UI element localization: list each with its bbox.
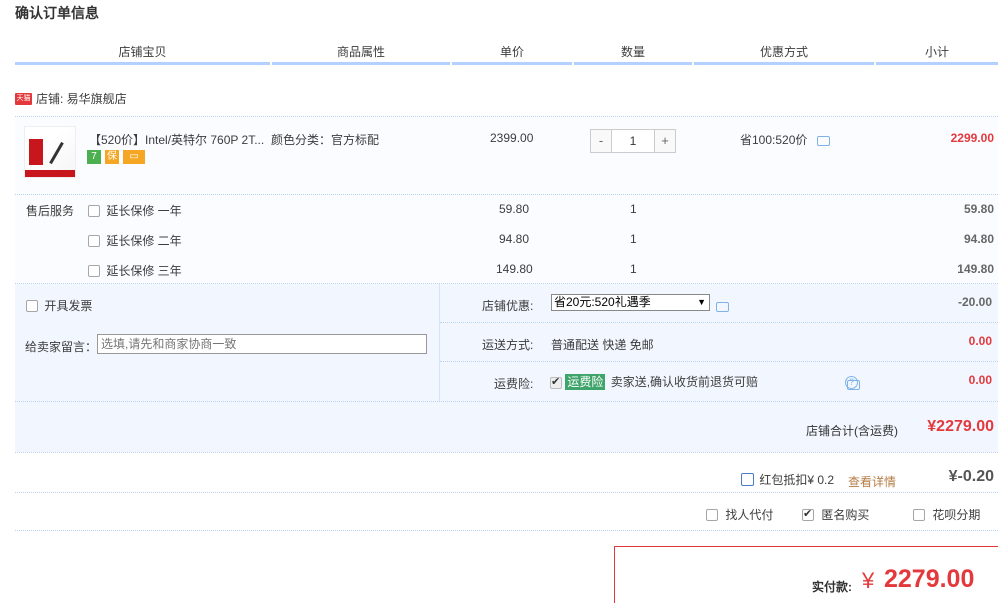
shop-discount-select[interactable]: 省20元:520礼遇季 ▼: [551, 294, 710, 311]
freight-insurance-amount: 0.00: [968, 373, 992, 387]
col-divider: [15, 62, 270, 65]
warranty-2-checkbox[interactable]: [88, 234, 100, 247]
warranty-2-label: 延长保修 二年: [106, 234, 182, 248]
qty-minus-button[interactable]: -: [591, 130, 612, 152]
freight-insurance-desc: 卖家送,确认收货前退货可赔: [610, 375, 759, 389]
divider: [15, 492, 998, 493]
warranty-option-2: 延长保修 二年: [88, 232, 182, 249]
col-header-subtotal: 小计: [924, 45, 949, 59]
col-header-shop-item: 店铺宝贝: [118, 45, 167, 59]
pay-label: 实付款:: [812, 580, 852, 594]
after-sales-label: 售后服务: [26, 204, 75, 218]
huabei-checkbox[interactable]: [913, 508, 925, 521]
warranty-option-3: 延长保修 三年: [88, 262, 182, 279]
divider: [440, 322, 998, 323]
qty-plus-button[interactable]: +: [654, 130, 675, 152]
huabei-option: 花呗分期: [913, 506, 980, 523]
shipping-value: 普通配送 快递 免邮: [551, 338, 654, 352]
warranty-1-checkbox[interactable]: [88, 204, 100, 217]
message-label: 给卖家留言：: [25, 340, 98, 354]
col-divider: [272, 62, 450, 65]
divider: [440, 361, 998, 362]
seller-message-input[interactable]: [97, 334, 427, 354]
divider: [15, 194, 998, 195]
warranty-1-price: 59.80: [499, 202, 530, 216]
anonymous-checkbox[interactable]: [802, 507, 814, 521]
7day-return-icon[interactable]: 7: [87, 150, 101, 164]
huabei-label: 花呗分期: [932, 508, 981, 522]
red-packet-details-link[interactable]: 查看详情: [848, 473, 896, 490]
red-packet-checkbox[interactable]: [741, 473, 754, 486]
warranty-option-1: 延长保修 一年: [88, 202, 182, 219]
page-title: 确认订单信息: [15, 5, 99, 21]
guarantee-icon[interactable]: 保: [105, 150, 119, 164]
shop-discount-label: 店铺优惠:: [482, 299, 534, 313]
credit-card-icon[interactable]: ▭: [123, 150, 145, 164]
col-divider: [452, 62, 572, 65]
item-discount: 省100:520价: [740, 131, 830, 148]
item-attribute: 颜色分类：官方标配: [271, 133, 380, 147]
item-title-link[interactable]: 【520价】Intel/英特尔 760P 2T...: [89, 131, 264, 148]
item-unit-price: 2399.00: [490, 131, 534, 145]
qty-input[interactable]: 1: [612, 130, 654, 152]
proxy-pay-checkbox[interactable]: [706, 508, 718, 521]
discount-text: 省100:520价: [740, 133, 808, 147]
warranty-3-label: 延长保修 三年: [106, 264, 182, 278]
warranty-1-label: 延长保修 一年: [106, 204, 182, 218]
anonymous-option: 匿名购买: [802, 506, 869, 523]
warranty-2-qty: 1: [630, 232, 637, 246]
col-header-discount: 优惠方式: [759, 45, 808, 59]
shop-total-amount: ¥2279.00: [927, 418, 994, 435]
divider: [15, 452, 998, 453]
shipping-label: 运送方式:: [482, 338, 534, 352]
warranty-3-checkbox[interactable]: [88, 264, 100, 277]
warranty-2-subtotal: 94.80: [963, 232, 994, 246]
invoice-label: 开具发票: [44, 299, 93, 313]
warranty-3-subtotal: 149.80: [957, 262, 994, 276]
warranty-3-qty: 1: [630, 262, 637, 276]
col-header-quantity: 数量: [620, 45, 645, 59]
anonymous-label: 匿名购买: [821, 508, 870, 522]
shop-row: 天猫 店铺: 易华旗舰店: [15, 90, 127, 107]
freight-insurance-option: 运费险 卖家送,确认收货前退货可赔: [550, 373, 758, 390]
warranty-1-subtotal: 59.80: [963, 202, 994, 216]
warranty-3-price: 149.80: [496, 262, 533, 276]
message-icon[interactable]: [816, 135, 830, 146]
product-thumbnail[interactable]: [24, 126, 76, 178]
warranty-2-price: 94.80: [499, 232, 530, 246]
divider: [15, 530, 998, 531]
red-packet-amount: ¥-0.20: [948, 468, 994, 485]
quantity-stepper: - 1 +: [590, 129, 676, 153]
invoice-option: 开具发票: [26, 297, 92, 314]
col-divider: [694, 62, 874, 65]
shop-total-label: 店铺合计(含运费): [806, 424, 898, 438]
proxy-pay-label: 找人代付: [725, 508, 774, 522]
message-icon[interactable]: [716, 301, 729, 312]
shipping-amount: 0.00: [968, 334, 992, 348]
warranty-1-qty: 1: [630, 202, 637, 216]
col-header-attribute: 商品属性: [336, 45, 385, 59]
shop-discount-selected: 省20元:520礼遇季: [554, 295, 651, 309]
shop-discount-amount: -20.00: [957, 295, 992, 309]
shop-name[interactable]: 店铺: 易华旗舰店: [36, 92, 127, 106]
freight-insurance-tag: 运费险: [565, 374, 606, 390]
tmall-icon: 天猫: [15, 92, 32, 105]
freight-insurance-label: 运费险:: [494, 377, 534, 391]
red-packet-option: 红包抵扣¥ 0.2: [741, 471, 834, 488]
red-packet-label: 红包抵扣¥ 0.2: [759, 473, 835, 487]
panel-divider: [439, 284, 440, 402]
service-icons: 7 保 ▭: [87, 150, 145, 164]
col-divider: [574, 62, 692, 65]
help-icon[interactable]: ?: [845, 376, 858, 389]
col-divider: [876, 62, 998, 65]
invoice-checkbox[interactable]: [26, 299, 38, 312]
divider: [15, 401, 998, 402]
freight-insurance-checkbox[interactable]: [550, 375, 562, 389]
col-header-unit-price: 单价: [499, 45, 524, 59]
pay-currency: ¥: [862, 568, 875, 593]
dropdown-arrow-icon: ▼: [697, 297, 706, 307]
proxy-pay-option: 找人代付: [706, 506, 773, 523]
pay-amount: 2279.00: [884, 565, 975, 593]
item-subtotal: 2299.00: [950, 131, 994, 145]
